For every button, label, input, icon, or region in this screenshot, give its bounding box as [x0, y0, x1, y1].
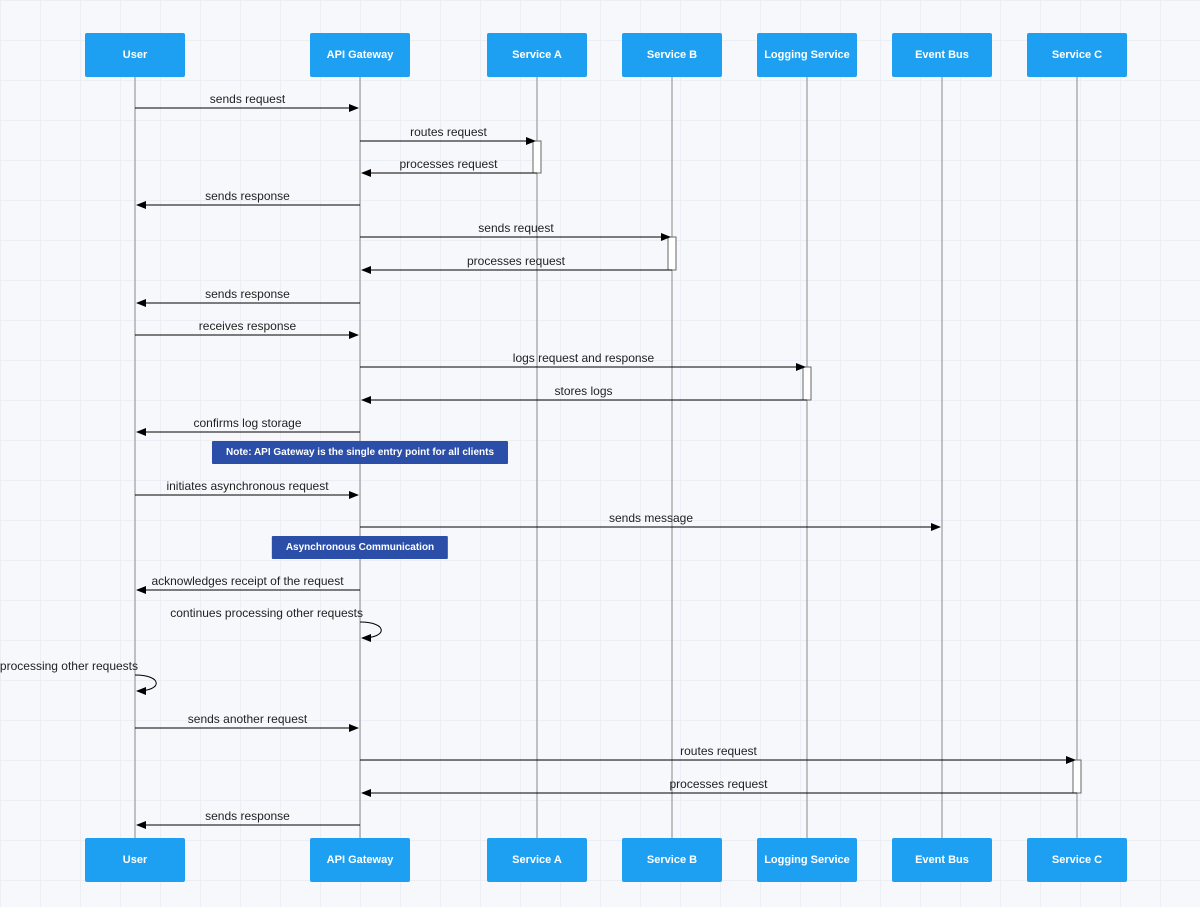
message-label: continues processing other requests	[170, 606, 363, 620]
message-label: routes request	[410, 125, 487, 139]
participant-serviceA: Service A	[487, 838, 587, 882]
sequence-diagram: sends request routes request processes req…	[0, 0, 1200, 907]
message-label: sends response	[205, 287, 290, 301]
participant-gateway: API Gateway	[310, 33, 410, 77]
participant-serviceC: Service C	[1027, 838, 1127, 882]
message-label: processes request	[467, 254, 565, 268]
participant-serviceB: Service B	[622, 33, 722, 77]
participant-eventbus: Event Bus	[892, 33, 992, 77]
message-label: logs request and response	[513, 351, 654, 365]
message-label: sends request	[210, 92, 285, 106]
participant-gateway: API Gateway	[310, 838, 410, 882]
message-label: sends message	[609, 511, 693, 525]
participant-user: User	[85, 33, 185, 77]
participant-logging: Logging Service	[757, 838, 857, 882]
participant-serviceB: Service B	[622, 838, 722, 882]
participant-serviceC: Service C	[1027, 33, 1127, 77]
message-label: processes request	[399, 157, 497, 171]
participant-logging: Logging Service	[757, 33, 857, 77]
participant-serviceA: Service A	[487, 33, 587, 77]
message-label: continues processing other requests	[0, 659, 138, 673]
message-label: acknowledges receipt of the request	[151, 574, 343, 588]
message-label: stores logs	[554, 384, 612, 398]
message-label: sends request	[478, 221, 553, 235]
message-label: initiates asynchronous request	[166, 479, 328, 493]
participant-user: User	[85, 838, 185, 882]
message-label: sends response	[205, 809, 290, 823]
message-label: sends response	[205, 189, 290, 203]
message-label: receives response	[199, 319, 296, 333]
message-label: processes request	[669, 777, 767, 791]
message-label: routes request	[680, 744, 757, 758]
diagram-note: Asynchronous Communication	[272, 536, 448, 559]
message-label: confirms log storage	[193, 416, 301, 430]
participant-eventbus: Event Bus	[892, 838, 992, 882]
diagram-note: Note: API Gateway is the single entry po…	[212, 441, 508, 464]
message-label: sends another request	[188, 712, 307, 726]
